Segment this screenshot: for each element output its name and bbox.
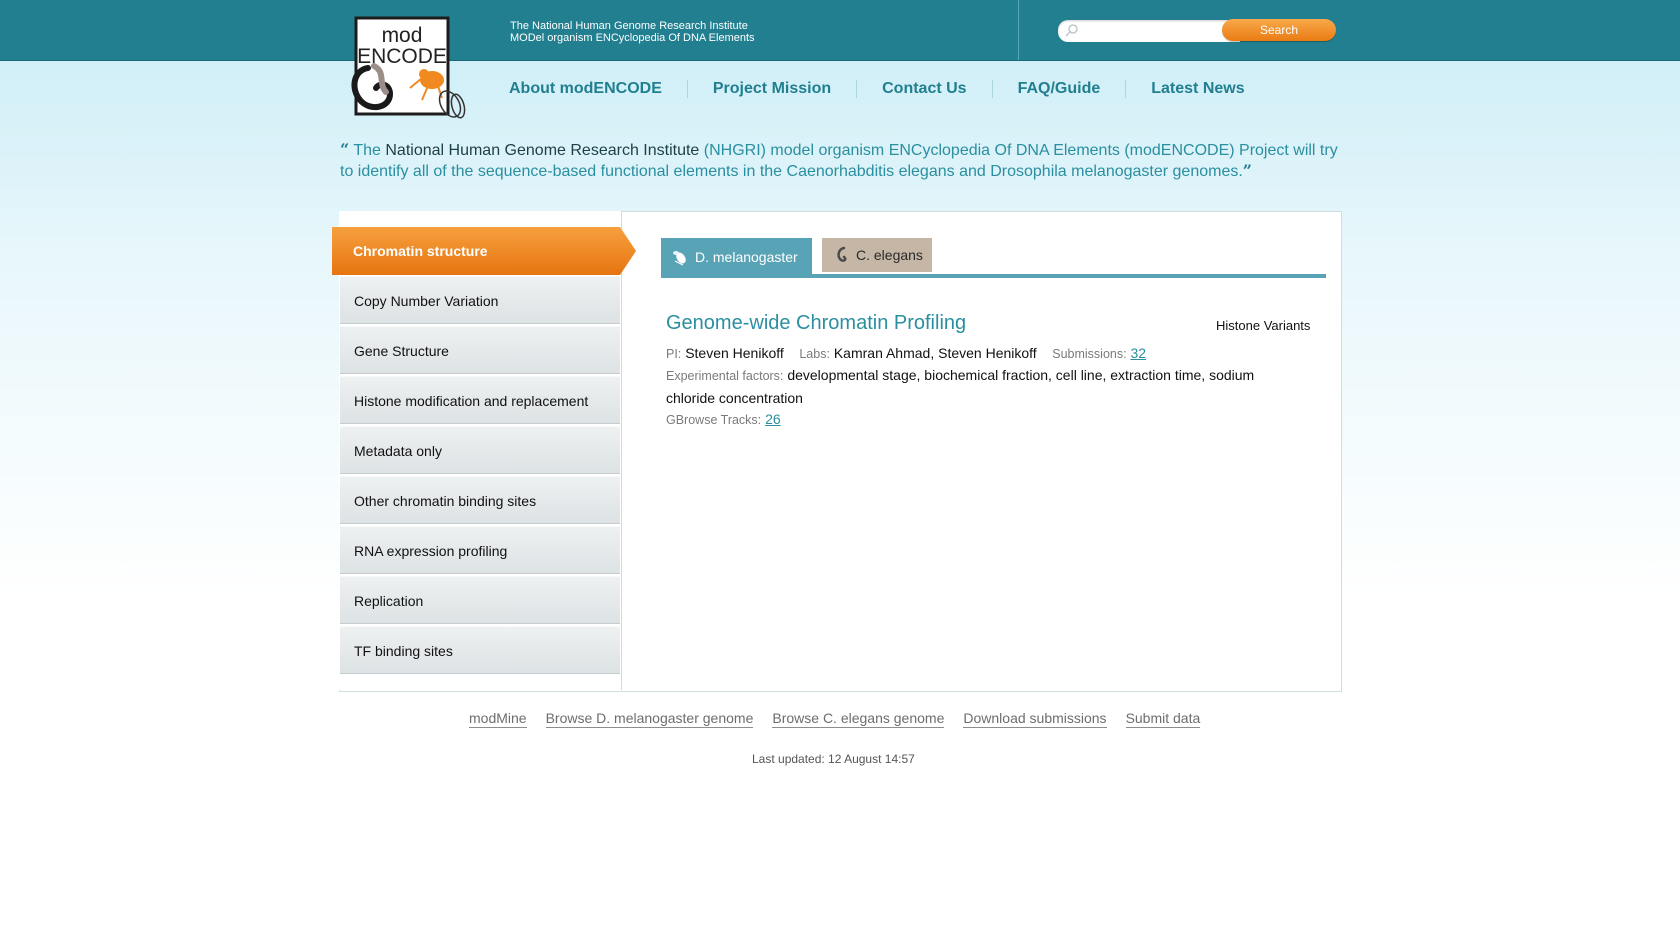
magnifier-icon — [1065, 24, 1078, 37]
tab-c-elegans-label: C. elegans — [856, 247, 923, 263]
project-people: PI: Steven Henikoff Labs: Kamran Ahmad, … — [666, 342, 1306, 365]
tab-d-melanogaster[interactable]: D. melanogaster — [661, 238, 812, 275]
sidebar-item-other-chromatin[interactable]: Other chromatin binding sites — [340, 476, 620, 524]
top-nav: About modENCODE Project Mission Contact … — [484, 78, 1270, 100]
pi-value: Steven Henikoff — [685, 345, 784, 361]
quote-pre: The — [353, 142, 386, 159]
quote-highlight: National Human Genome Research Institute — [385, 142, 700, 159]
gbrowse-count-link[interactable]: 26 — [765, 411, 781, 427]
worm-icon — [837, 246, 847, 262]
footer-link-browse-elegans[interactable]: Browse C. elegans genome — [772, 710, 945, 728]
tab-c-elegans[interactable]: C. elegans — [822, 238, 932, 272]
project-factors: Experimental factors: developmental stag… — [666, 364, 1306, 409]
footer-link-download-submissions[interactable]: Download submissions — [963, 710, 1107, 728]
last-updated: Last updated: 12 August 14:57 — [752, 752, 915, 766]
tab-d-melanogaster-label: D. melanogaster — [695, 248, 798, 265]
sidebar-item-tf-binding-sites[interactable]: TF binding sites — [340, 626, 620, 674]
sidebar-item-rna-expression[interactable]: RNA expression profiling — [340, 526, 620, 574]
logo-text-encode: ENCODE — [357, 45, 447, 68]
sidebar-item-histone-modification[interactable]: Histone modification and replacement — [340, 376, 620, 424]
search-button[interactable]: Search — [1222, 19, 1336, 41]
fly-icon — [673, 250, 686, 265]
sidebar-item-metadata-only[interactable]: Metadata only — [340, 426, 620, 474]
modencode-logo[interactable]: mod ENCODE — [346, 8, 470, 124]
sidebar-item-copy-number-variation[interactable]: Copy Number Variation — [340, 276, 620, 324]
gbrowse-label: GBrowse Tracks: — [666, 413, 762, 427]
factors-label: Experimental factors: — [666, 369, 784, 383]
nav-project-mission[interactable]: Project Mission — [688, 80, 856, 98]
search-input[interactable] — [1058, 20, 1240, 42]
mission-quote: “ The National Human Genome Research Ins… — [340, 140, 1342, 182]
nav-latest-news[interactable]: Latest News — [1126, 80, 1269, 98]
nav-contact-us[interactable]: Contact Us — [857, 80, 991, 98]
header-bar — [0, 0, 1680, 61]
footer-link-submit-data[interactable]: Submit data — [1125, 710, 1201, 728]
close-quote-mark: ” — [1242, 161, 1252, 180]
footer-link-modmine[interactable]: modMine — [469, 710, 527, 728]
project-title-link[interactable]: Genome-wide Chromatin Profiling — [666, 312, 966, 335]
project-category: Histone Variants — [1216, 318, 1311, 333]
sidebar-item-gene-structure[interactable]: Gene Structure — [340, 326, 620, 374]
tagline-line-2: MODel organism ENCyclopedia Of DNA Eleme… — [510, 32, 755, 44]
submissions-count-link[interactable]: 32 — [1130, 345, 1146, 361]
labs-label: Labs: — [799, 347, 830, 361]
nav-faq-guide[interactable]: FAQ/Guide — [993, 80, 1126, 98]
open-quote-mark: “ — [340, 140, 350, 159]
tagline-line-1: The National Human Genome Research Insti… — [510, 20, 748, 32]
sidebar-item-chromatin-structure[interactable]: Chromatin structure — [353, 243, 488, 259]
project-gbrowse: GBrowse Tracks: 26 — [666, 408, 1306, 431]
nav-about[interactable]: About modENCODE — [484, 80, 687, 98]
pi-label: PI: — [666, 347, 682, 361]
header-tagline: The National Human Genome Research Insti… — [510, 20, 755, 44]
submissions-label: Submissions: — [1052, 347, 1127, 361]
labs-value: Kamran Ahmad, Steven Henikoff — [833, 345, 1037, 361]
footer-link-browse-melanogaster[interactable]: Browse D. melanogaster genome — [545, 710, 754, 728]
logo-text-mod: mod — [382, 24, 423, 47]
tabs-underline — [661, 274, 1326, 278]
sidebar-item-replication[interactable]: Replication — [340, 576, 620, 624]
header-divider — [1018, 0, 1019, 60]
footer-links: modMine Browse D. melanogaster genome Br… — [469, 710, 1201, 728]
